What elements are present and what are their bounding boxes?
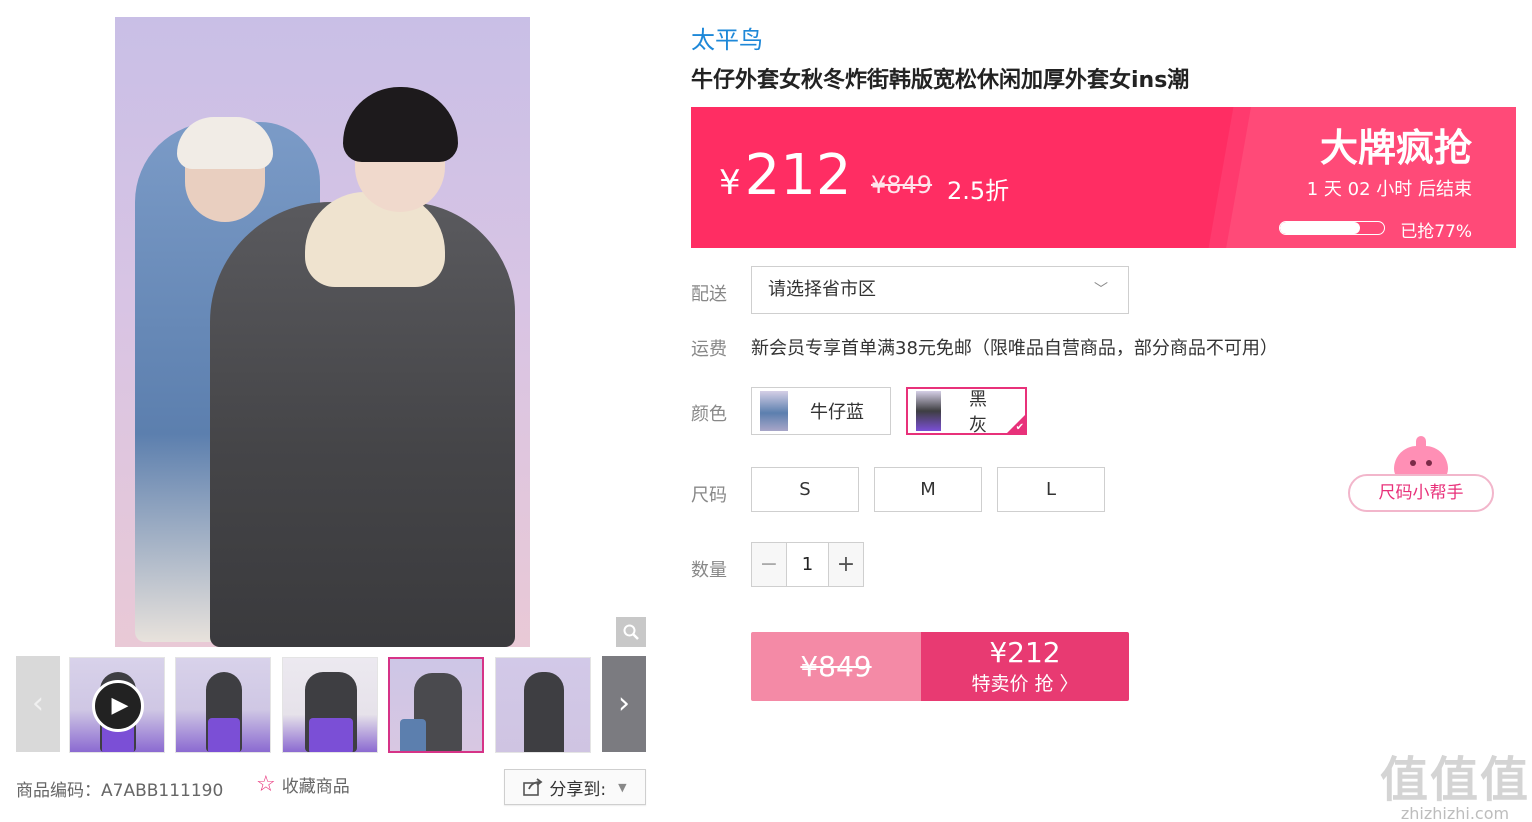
model-front-collar xyxy=(305,192,445,287)
chevron-right-icon[interactable]: › xyxy=(602,656,646,752)
main-product-image[interactable] xyxy=(115,17,530,647)
buy-now-button[interactable]: ¥849 ¥212 特卖价 抢 〉 xyxy=(751,632,1129,701)
current-price: ¥ 212 xyxy=(719,143,852,208)
quantity-minus-button[interactable]: − xyxy=(752,543,786,586)
current-price-value: 212 xyxy=(744,143,852,208)
region-select-placeholder: 请选择省市区 xyxy=(768,279,876,300)
magnifier-icon[interactable] xyxy=(616,617,646,647)
buy-original-price: ¥849 xyxy=(751,632,921,701)
color-option-label: 黑灰 xyxy=(968,389,987,436)
size-helper-button[interactable]: 尺码小帮手 xyxy=(1348,474,1494,512)
product-code: 商品编码：A7ABB111190 xyxy=(16,776,223,801)
size-option-m[interactable]: M xyxy=(874,467,982,512)
region-select[interactable]: 请选择省市区 ﹀ xyxy=(751,266,1129,314)
product-code-value: A7ABB111190 xyxy=(101,781,224,801)
delivery-label: 配送 xyxy=(691,284,727,305)
share-icon xyxy=(523,778,543,796)
size-option-s[interactable]: S xyxy=(751,467,859,512)
thumbnail-image[interactable] xyxy=(175,657,271,753)
quantity-stepper[interactable]: − 1 + xyxy=(751,542,864,587)
size-label: 尺码 xyxy=(691,485,727,506)
thumbnail-figure xyxy=(524,672,564,752)
color-swatch-image xyxy=(760,391,788,431)
mascot-eye xyxy=(1410,460,1416,466)
model-back-beret xyxy=(177,117,273,169)
shipping-label: 运费 xyxy=(691,339,727,360)
countdown-timer: 1 天 02 小时 后结束 xyxy=(1306,179,1472,200)
watermark-logo-text: 值值值 xyxy=(1380,752,1531,808)
promo-title: 大牌疯抢 xyxy=(1319,126,1472,170)
discount-rate: 2.5折 xyxy=(947,177,1010,205)
thumbnail-video[interactable]: ▶ xyxy=(69,657,165,753)
thumbnail-image[interactable] xyxy=(495,657,591,753)
chevron-left-icon[interactable]: ‹ xyxy=(16,656,60,752)
quantity-label: 数量 xyxy=(691,560,727,581)
share-label: 分享到: xyxy=(549,779,607,800)
buy-sale-price: ¥212 xyxy=(989,636,1061,669)
original-price: ¥849 xyxy=(871,171,933,199)
play-icon[interactable]: ▶ xyxy=(92,680,144,732)
model-front-hair xyxy=(343,87,458,162)
favorite-label: 收藏商品 xyxy=(281,777,350,797)
mascot-sprout xyxy=(1416,436,1426,448)
thumbnail-figure-legs xyxy=(208,718,240,752)
caret-down-icon: ▼ xyxy=(618,780,627,794)
color-option-denim-blue[interactable]: 牛仔蓝 xyxy=(751,387,891,435)
thumbnail-image[interactable] xyxy=(282,657,378,753)
mascot-eye xyxy=(1426,460,1432,466)
quantity-plus-button[interactable]: + xyxy=(829,543,863,586)
color-option-black-grey[interactable]: 黑灰 ✔ xyxy=(906,387,1027,436)
quantity-input[interactable]: 1 xyxy=(786,543,829,586)
star-icon: ☆ xyxy=(256,772,276,797)
flash-sale-banner: ¥ 212 ¥849 2.5折 大牌疯抢 1 天 02 小时 后结束 已抢77% xyxy=(691,107,1516,248)
sold-progress-fill xyxy=(1280,222,1361,234)
shipping-info: 新会员专享首单满38元免邮（限唯品自营商品，部分商品不可用） xyxy=(751,338,1278,359)
chevron-down-icon: ﹀ xyxy=(1094,282,1108,298)
color-swatch-image xyxy=(916,391,941,431)
size-option-l[interactable]: L xyxy=(997,467,1105,512)
product-code-label: 商品编码： xyxy=(16,781,101,801)
share-button[interactable]: 分享到: ▼ xyxy=(504,769,646,805)
favorite-button[interactable]: ☆ 收藏商品 xyxy=(256,772,350,797)
thumbnail-figure-legs xyxy=(400,719,426,751)
sold-progress-bar xyxy=(1279,221,1385,235)
buy-sale-section[interactable]: ¥212 特卖价 抢 〉 xyxy=(921,632,1129,701)
product-title: 牛仔外套女秋冬炸街韩版宽松休闲加厚外套女ins潮 xyxy=(691,68,1190,93)
thumbnail-image-selected[interactable] xyxy=(388,657,484,753)
currency-symbol: ¥ xyxy=(719,163,741,203)
thumbnail-figure-legs xyxy=(309,718,353,752)
color-option-label: 牛仔蓝 xyxy=(810,402,864,423)
watermark-url: zhizhizhi.com xyxy=(1400,804,1510,822)
color-label: 颜色 xyxy=(691,404,727,425)
sold-percent-label: 已抢77% xyxy=(1400,222,1472,242)
buy-cta-label: 特卖价 抢 〉 xyxy=(971,673,1079,695)
checkmark-icon: ✔ xyxy=(1015,422,1024,433)
site-watermark: 值值值 zhizhizhi.com xyxy=(1380,740,1530,822)
brand-link[interactable]: 太平鸟 xyxy=(691,20,763,55)
